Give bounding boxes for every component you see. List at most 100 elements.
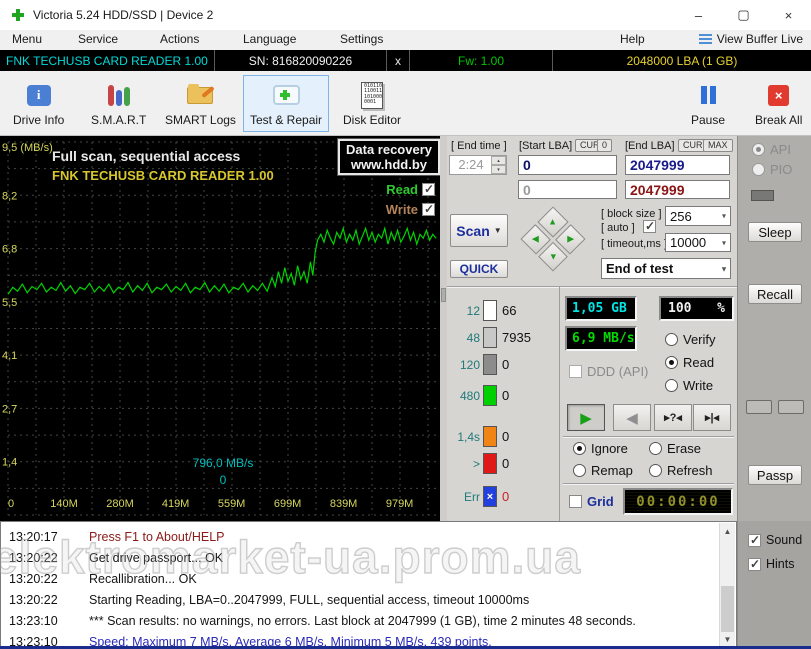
butterfly-button[interactable]: ▸|◂ [693, 404, 731, 431]
sleep-button[interactable]: Sleep [748, 222, 802, 242]
start-lba-input[interactable]: 0 [518, 155, 617, 175]
graph-splitter[interactable] [440, 136, 447, 521]
write-radio[interactable] [665, 379, 678, 392]
scroll-down-icon[interactable]: ▼ [720, 631, 735, 647]
log-panel: 13:20:17Press F1 to About/HELP 13:20:22G… [0, 521, 737, 649]
pio-radio-row: PIO [752, 162, 792, 177]
pio-radio [752, 163, 765, 176]
histogram-error-box: × [483, 486, 497, 507]
menu-bar: Menu Service Actions Language Settings H… [0, 30, 811, 50]
svg-text:839M: 839M [330, 498, 358, 510]
scan-button[interactable]: Scan▼ [450, 214, 508, 247]
minimize-button[interactable]: – [676, 0, 721, 30]
menu-item-language[interactable]: Language [243, 32, 296, 46]
mini-disabled-button-1 [746, 400, 772, 414]
menu-item-service[interactable]: Service [78, 32, 118, 46]
device-firmware: Fw: 1.00 [410, 50, 553, 71]
device-serial: SN: 816820090226 [215, 50, 387, 71]
toolbar: i Drive Info S.M.A.R.T SMART Logs Test &… [0, 71, 811, 136]
disk-editor-button[interactable]: 0101101100111010000001 Disk Editor [336, 75, 408, 132]
back-button[interactable]: ◀ [613, 404, 651, 431]
view-buffer-live-button[interactable]: View Buffer Live [699, 32, 803, 46]
timeout-label: [ timeout,ms ] [601, 238, 667, 250]
hints-checkbox[interactable] [748, 558, 761, 571]
mode-read-radio-row: Read [665, 355, 714, 370]
action-refresh-radio-row: Refresh [649, 463, 713, 478]
timeout-select[interactable]: 10000▾ [665, 233, 731, 252]
menu-item-settings[interactable]: Settings [340, 32, 383, 46]
auto-label: [ auto ] [601, 222, 635, 234]
scroll-up-icon[interactable]: ▲ [720, 523, 735, 539]
seek-test-button[interactable]: ▸?◂ [654, 404, 692, 431]
auto-checkbox[interactable] [643, 220, 656, 233]
ignore-radio[interactable] [573, 442, 586, 455]
api-radio-row: API [752, 142, 791, 157]
first-aid-icon [273, 85, 300, 105]
start-lba-zero-button[interactable]: 0 [597, 139, 612, 152]
histogram-box [483, 426, 497, 447]
binary-page-icon: 0101101100111010000001 [361, 82, 383, 109]
graph-title: Full scan, sequential access [52, 148, 240, 164]
pause-button[interactable]: Pause [684, 75, 732, 132]
app-icon [11, 8, 25, 22]
right-side-panel: API PIO Sleep Recall Passp [737, 136, 811, 521]
end-time-spinner[interactable]: 2:24 ▴▾ [449, 155, 507, 175]
drive-info-button[interactable]: i Drive Info [6, 75, 71, 132]
histogram-row: 480 0 [447, 385, 509, 406]
percent-display: 100% [659, 296, 734, 321]
close-button[interactable]: × [766, 0, 811, 30]
end-of-test-select[interactable]: End of test▾ [601, 258, 731, 279]
block-size-select[interactable]: 256▾ [665, 206, 731, 226]
test-repair-button[interactable]: Test & Repair [243, 75, 329, 132]
read-checkbox[interactable] [422, 183, 435, 196]
test-control-panel: [ End time ] [Start LBA] CUR 0 [End LBA]… [447, 136, 737, 521]
menu-item-actions[interactable]: Actions [160, 32, 199, 46]
mode-write-radio-row: Write [665, 378, 713, 393]
histogram-box [483, 327, 497, 348]
svg-text:8,2: 8,2 [2, 190, 17, 202]
back-icon: ◀ [626, 409, 638, 427]
erase-radio[interactable] [649, 442, 662, 455]
victoria-app-window: Victoria 5.24 HDD/SSD | Device 2 – ▢ × M… [0, 0, 811, 649]
svg-text:140M: 140M [50, 498, 78, 510]
device-info-bar: FNK TECHUSB CARD READER 1.00 SN: 8168200… [0, 50, 811, 71]
svg-text:9,5 (MB/s): 9,5 (MB/s) [2, 142, 53, 154]
recall-button[interactable]: Recall [748, 284, 802, 304]
end-lba-secondary: 2047999 [625, 180, 730, 199]
action-erase-radio-row: Erase [649, 441, 701, 456]
end-lba-max-button[interactable]: MAX [703, 139, 733, 152]
sound-checkbox-row: Sound [748, 533, 802, 547]
remap-radio[interactable] [573, 464, 586, 477]
refresh-radio[interactable] [649, 464, 662, 477]
maximize-button[interactable]: ▢ [721, 0, 766, 30]
menu-item-menu[interactable]: Menu [12, 32, 42, 46]
break-all-button[interactable]: × Break All [748, 75, 809, 132]
histogram-box [483, 385, 497, 406]
grid-checkbox[interactable] [569, 495, 582, 508]
read-radio[interactable] [665, 356, 678, 369]
quick-button[interactable]: QUICK [450, 260, 508, 278]
scrollbar-thumb[interactable] [721, 586, 734, 632]
write-checkbox[interactable] [422, 203, 435, 216]
svg-text:0: 0 [8, 498, 14, 510]
smart-button[interactable]: S.M.A.R.T [84, 75, 153, 132]
spin-down-icon[interactable]: ▾ [491, 165, 506, 174]
spin-up-icon[interactable]: ▴ [491, 156, 506, 165]
menu-item-help[interactable]: Help [620, 32, 645, 46]
data-read-display: 1,05 GB [565, 296, 637, 321]
title-bar: Victoria 5.24 HDD/SSD | Device 2 – ▢ × [0, 0, 811, 30]
smart-logs-button[interactable]: SMART Logs [158, 75, 243, 132]
action-ignore-radio-row: Ignore [573, 441, 628, 456]
end-lba-input[interactable]: 2047999 [625, 155, 730, 175]
break-x-icon: × [768, 85, 789, 106]
folder-pencil-icon [187, 87, 213, 104]
device-close-x[interactable]: x [387, 50, 410, 71]
start-test-button[interactable]: ▶ [567, 404, 605, 431]
verify-radio[interactable] [665, 333, 678, 346]
passport-button[interactable]: Passp [748, 465, 802, 485]
svg-text:6,8: 6,8 [2, 244, 17, 256]
bottom-right-panel: Sound Hints [737, 521, 811, 649]
histogram-row: 48 7935 [447, 327, 531, 348]
log-scrollbar[interactable]: ▲ ▼ [719, 523, 735, 647]
sound-checkbox[interactable] [748, 534, 761, 547]
